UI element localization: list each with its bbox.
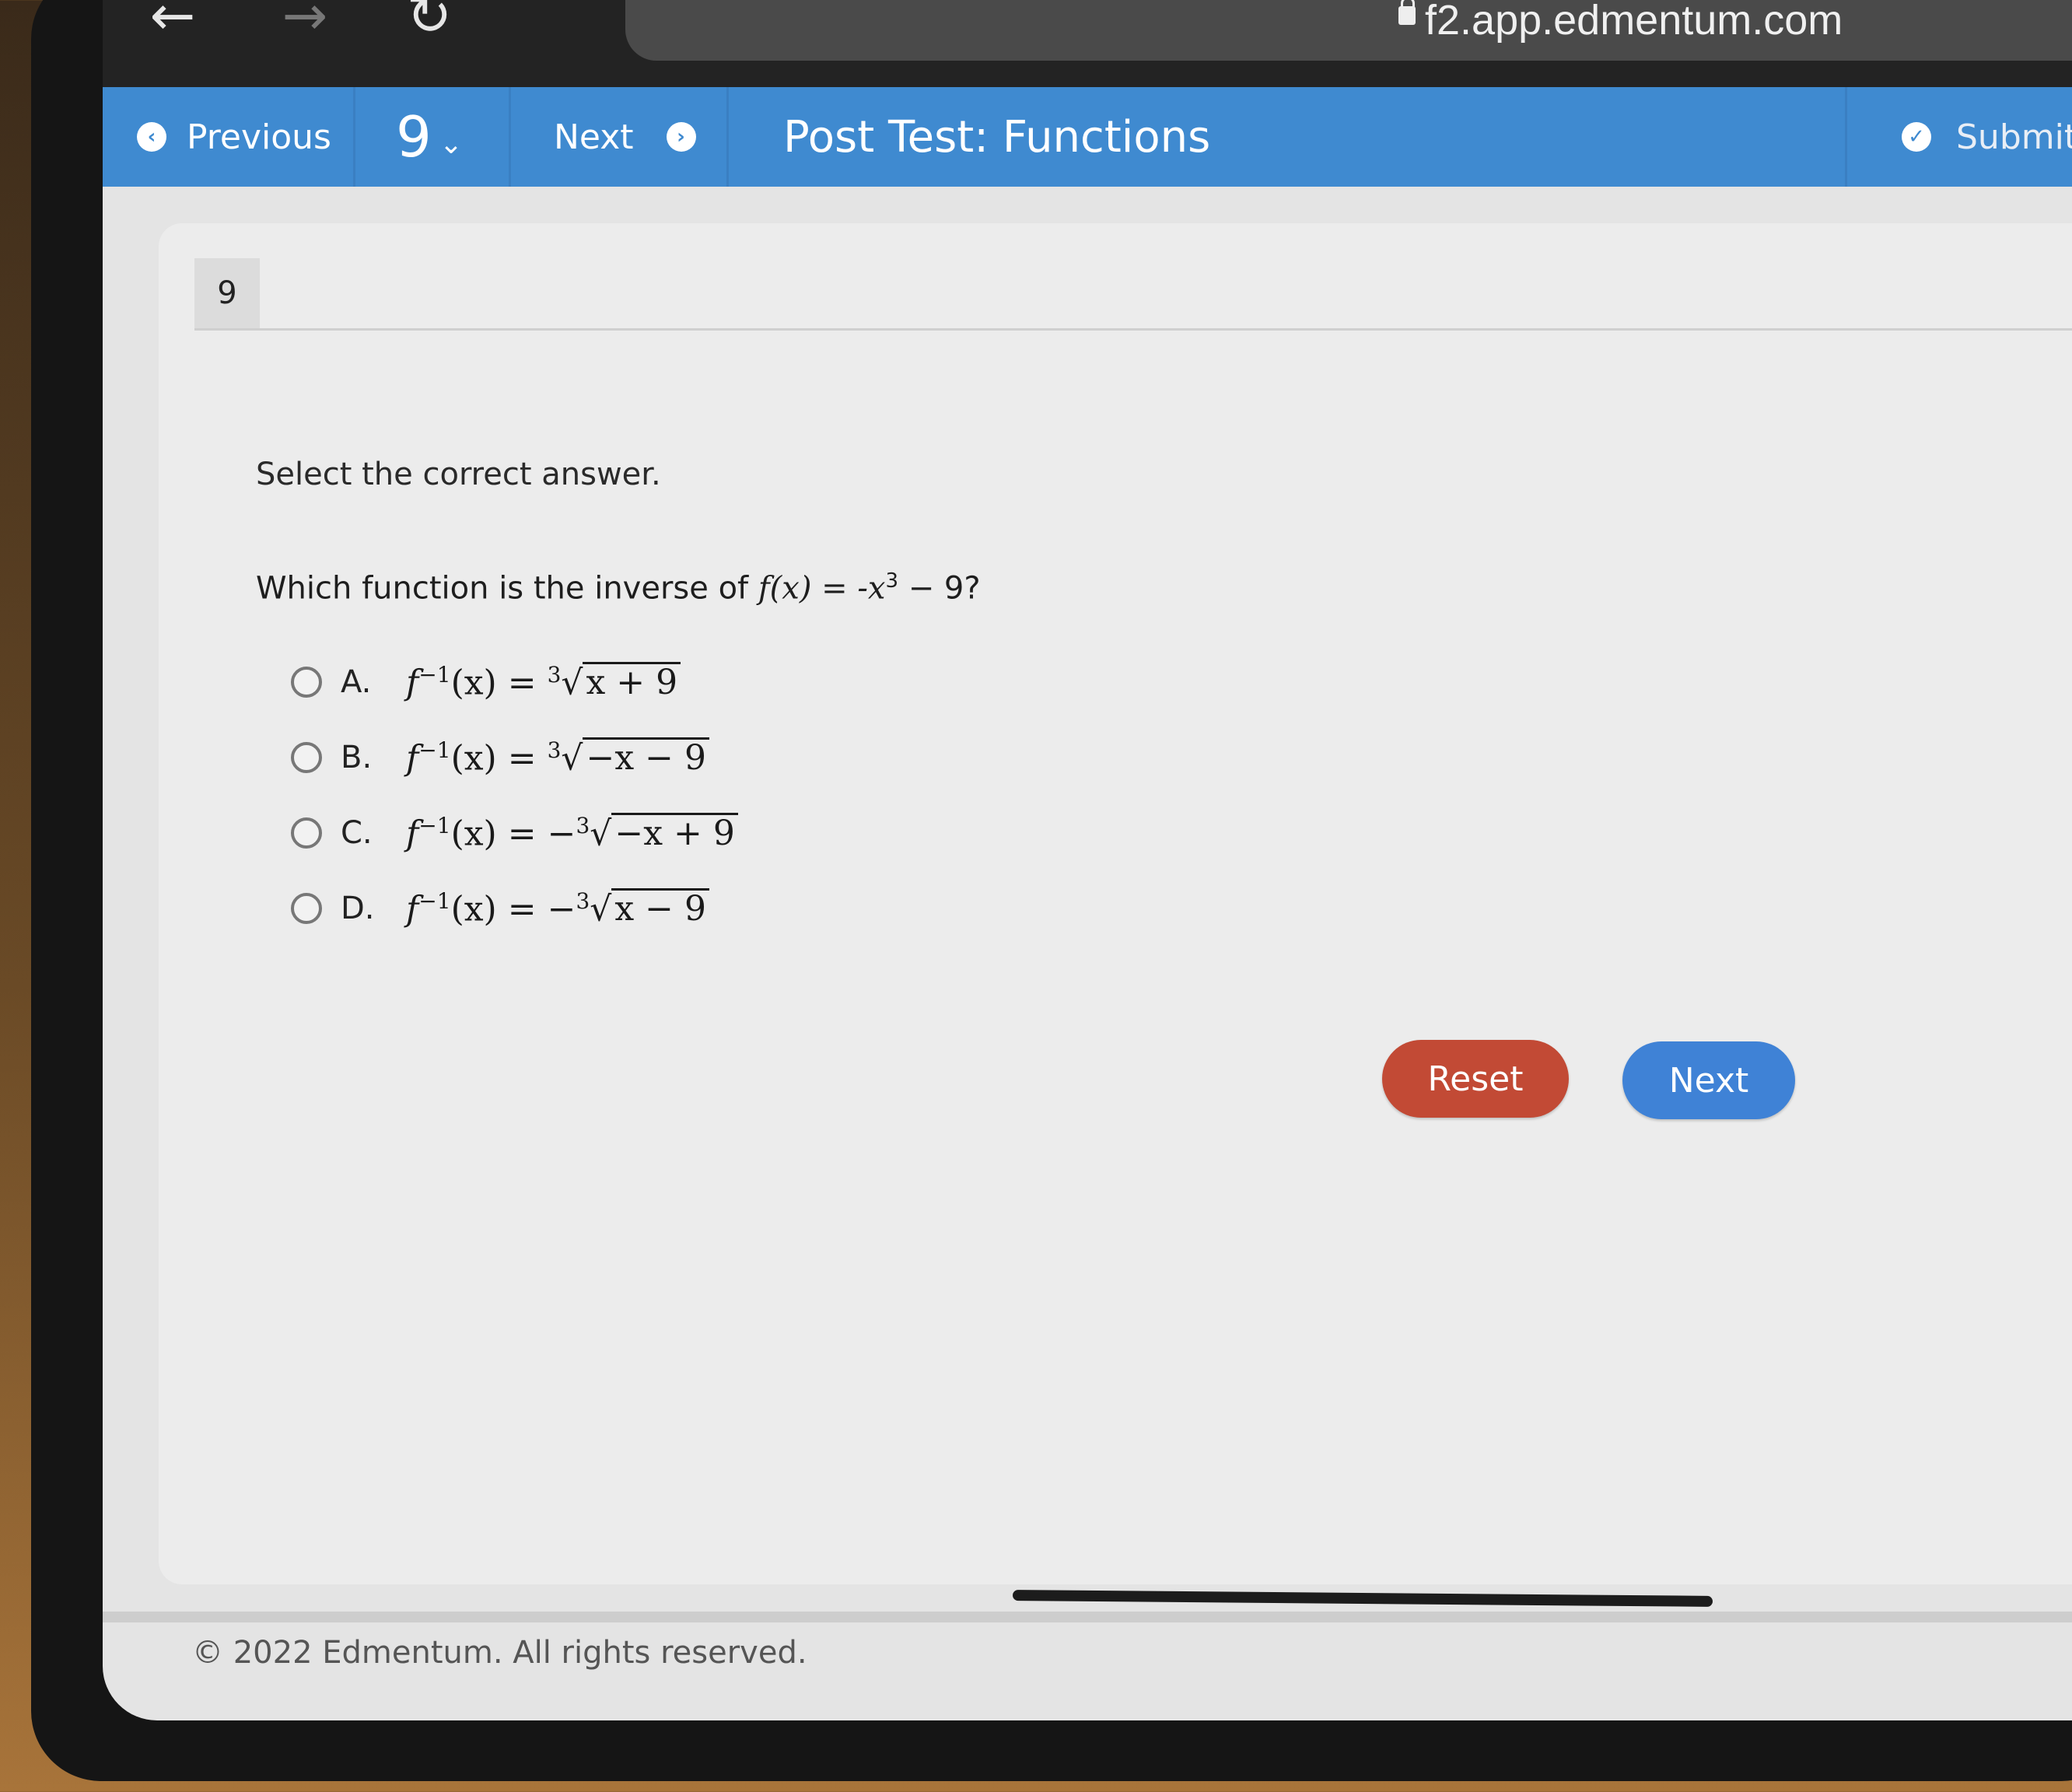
previous-button[interactable]: ‹ Previous — [103, 87, 355, 187]
option-letter: B. — [341, 740, 373, 775]
radio-button[interactable] — [291, 742, 322, 773]
radio-button[interactable] — [291, 667, 322, 698]
url-text: f2.app.edmentum.com — [1425, 0, 1843, 44]
chevron-left-circle-icon: ‹ — [137, 122, 166, 152]
radio-button[interactable] — [291, 817, 322, 849]
address-bar[interactable]: f2.app.edmentum.com — [625, 0, 2072, 61]
option-expression: f−1(x) = 3√−x − 9 — [406, 737, 709, 778]
toolbar-next-label: Next — [554, 117, 634, 157]
option-letter: D. — [341, 891, 375, 926]
submit-test-button[interactable]: ✓ Submit Test — [1845, 87, 2072, 187]
submit-test-label: Submit Test — [1956, 117, 2072, 157]
copyright-text: © 2022 Edmentum. All rights reserved. — [192, 1635, 807, 1671]
prompt-exponent: 3 — [885, 569, 898, 593]
question-selector-dropdown[interactable]: 9 ⌄ — [355, 87, 511, 187]
question-card: 9 Select the correct answer. Which funct… — [159, 223, 2072, 1584]
check-circle-icon: ✓ — [1902, 122, 1931, 152]
instruction-text: Select the correct answer. — [256, 457, 661, 492]
answer-option-b[interactable]: B. f−1(x) = 3√−x − 9 — [291, 730, 709, 785]
answer-option-c[interactable]: C. f−1(x) = −3√−x + 9 — [291, 806, 738, 860]
test-toolbar: ‹ Previous 9 ⌄ Next › Post Test: Functio… — [103, 87, 2072, 187]
radio-button[interactable] — [291, 893, 322, 924]
option-expression: f−1(x) = 3√x + 9 — [406, 662, 681, 702]
option-letter: A. — [341, 664, 372, 700]
footer-divider — [103, 1612, 2072, 1622]
page-screen: ‹ Previous 9 ⌄ Next › Post Test: Functio… — [103, 87, 2072, 1720]
forward-arrow-icon[interactable]: → — [274, 0, 336, 47]
reset-button[interactable]: Reset — [1382, 1040, 1569, 1118]
option-expression: f−1(x) = −3√x − 9 — [406, 888, 709, 929]
question-number-badge: 9 — [194, 258, 260, 328]
answer-option-a[interactable]: A. f−1(x) = 3√x + 9 — [291, 655, 681, 709]
reload-icon[interactable]: ↻ — [398, 0, 460, 47]
option-letter: C. — [341, 815, 373, 851]
prompt-prefix: Which function is the inverse of — [256, 570, 758, 607]
prompt-function: f(x) = -x — [758, 570, 886, 607]
chevron-right-circle-icon: › — [666, 122, 696, 152]
question-prompt: Which function is the inverse of f(x) = … — [256, 569, 981, 606]
next-button[interactable]: Next — [1622, 1041, 1795, 1119]
prompt-suffix: − 9? — [898, 570, 981, 607]
option-expression: f−1(x) = −3√−x + 9 — [406, 813, 738, 853]
test-title-area: Post Test: Functions — [729, 87, 1818, 187]
answer-option-d[interactable]: D. f−1(x) = −3√x − 9 — [291, 881, 709, 936]
page-title: Post Test: Functions — [783, 111, 1211, 163]
divider — [194, 328, 2072, 331]
chevron-down-icon: ⌄ — [439, 128, 463, 160]
toolbar-next-button[interactable]: Next › — [511, 87, 729, 187]
previous-label: Previous — [187, 117, 331, 157]
question-selector-value: 9 — [396, 104, 432, 170]
back-arrow-icon[interactable]: ← — [142, 0, 204, 47]
lock-icon — [1398, 0, 1416, 25]
browser-chrome: ← → ↻ f2.app.edmentum.com — [103, 0, 2072, 87]
